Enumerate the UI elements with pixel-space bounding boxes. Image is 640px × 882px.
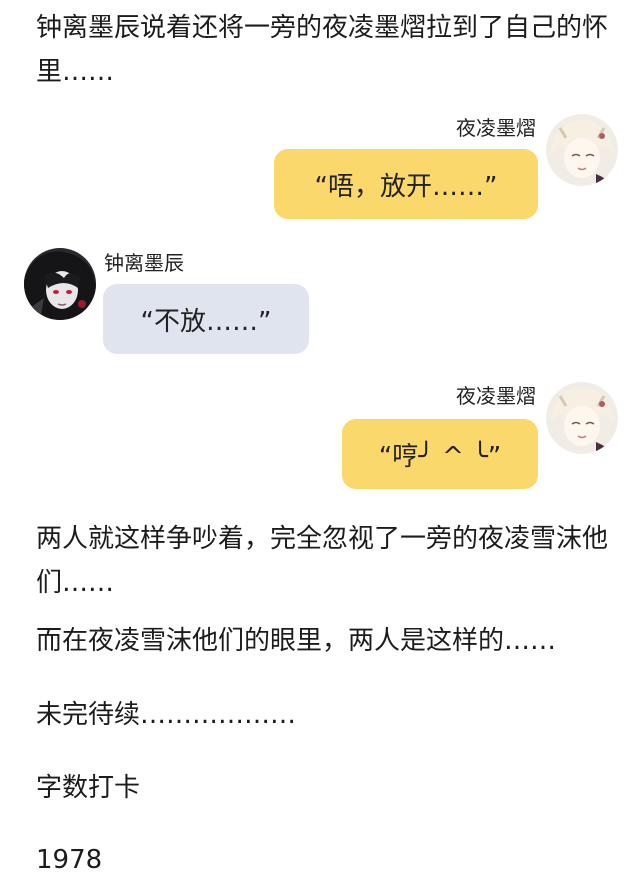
story-after-chat-text: 两人就这样争吵着，完全忽视了一旁的夜凌雪沫他们…… <box>36 524 609 598</box>
avatar-light-hair-icon[interactable] <box>546 382 618 454</box>
word-count-value: 1978 <box>36 845 103 875</box>
story-view-text: 而在夜凌雪沫他们的眼里，两人是这样的…… <box>36 626 557 656</box>
chat-speaker-name: 夜凌墨熠 <box>456 384 536 408</box>
word-count-label: 字数打卡 <box>36 773 141 803</box>
story-intro-text: 钟离墨辰说着还将一旁的夜凌墨熠拉到了自己的怀里…… <box>36 13 609 87</box>
chat-speaker-name: 钟离墨辰 <box>104 251 184 275</box>
story-tbc-text: 未完待续……………… <box>36 700 297 730</box>
chat-bubble: “唔，放开……” <box>274 149 538 219</box>
avatar-light-hair-icon[interactable] <box>546 114 618 186</box>
chat-bubble: “不放……” <box>103 284 309 354</box>
chat-speaker-name: 夜凌墨熠 <box>456 116 536 140</box>
avatar-dark-hair-icon[interactable] <box>24 248 96 320</box>
chat-bubble: “哼╯ ^ ╰” <box>342 419 538 489</box>
